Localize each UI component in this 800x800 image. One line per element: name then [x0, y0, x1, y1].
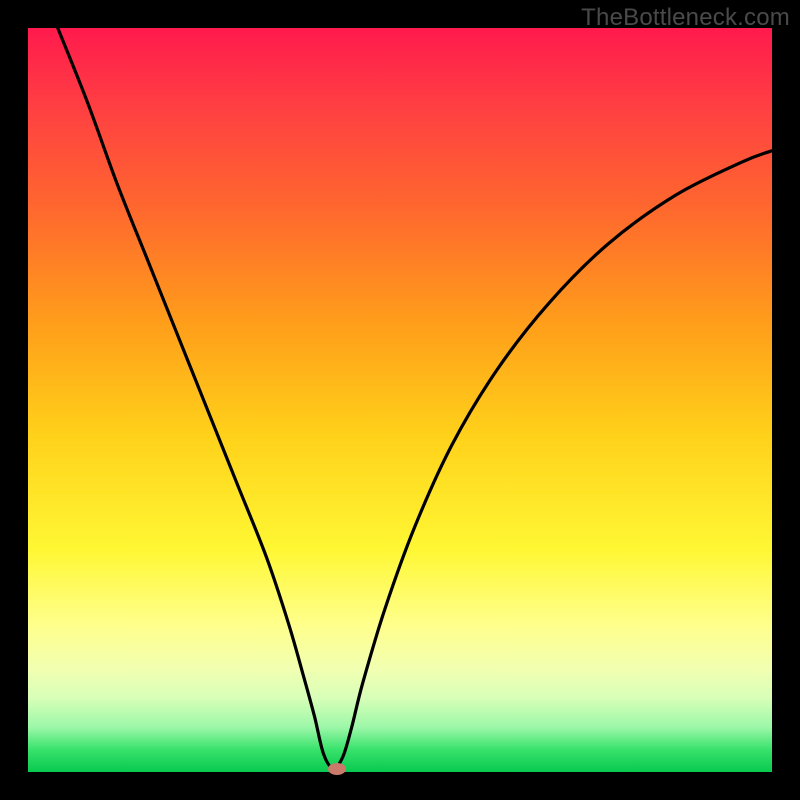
watermark-text: TheBottleneck.com [581, 4, 790, 32]
plot-area [28, 28, 772, 772]
minimum-marker [328, 763, 346, 775]
bottleneck-curve [58, 28, 772, 768]
curve-svg [28, 28, 772, 772]
chart-frame: TheBottleneck.com [0, 0, 800, 800]
